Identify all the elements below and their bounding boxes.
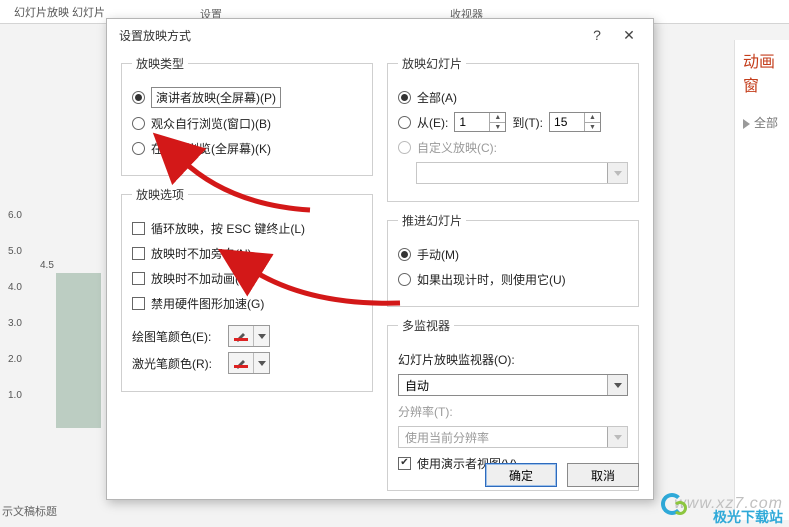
custom-show-combo [416, 162, 628, 184]
spin-up-icon[interactable]: ▲ [490, 113, 505, 123]
check-loop[interactable] [132, 222, 145, 235]
monitors-legend: 多监视器 [398, 317, 454, 334]
dialog-titlebar: 设置放映方式 ? ✕ [107, 19, 653, 51]
dialog-help-button[interactable]: ? [581, 27, 613, 43]
radio-kiosk[interactable] [132, 142, 145, 155]
chevron-down-icon [607, 427, 627, 447]
chart-bar [56, 273, 101, 428]
radio-presenter-label[interactable]: 演讲者放映(全屏幕)(P) [151, 87, 281, 108]
radio-presenter[interactable] [132, 91, 145, 104]
cancel-button[interactable]: 取消 [567, 463, 639, 487]
ribbon-group-slideshow: 幻灯片放映 幻灯片 [0, 0, 105, 20]
show-options-group: 放映选项 循环放映，按 ESC 键终止(L) 放映时不加旁白(N) 放映时不加动… [121, 186, 373, 392]
watermark-brand: 极光下载站 [713, 507, 783, 527]
ok-button[interactable]: 确定 [485, 463, 557, 487]
chevron-down-icon [607, 375, 627, 395]
check-disable-hw-accel-label[interactable]: 禁用硬件图形加速(G) [151, 295, 264, 312]
show-slides-group: 放映幻灯片 全部(A) 从(E): ▲▼ 到(T): ▲▼ [387, 55, 639, 202]
show-type-legend: 放映类型 [132, 55, 188, 72]
check-no-narration[interactable] [132, 247, 145, 260]
dialog-close-button[interactable]: ✕ [613, 27, 645, 44]
radio-browsed-individual[interactable] [132, 117, 145, 130]
from-input[interactable]: ▲▼ [454, 112, 506, 132]
background-chart: 6.0 5.0 4.0 3.0 2.0 1.0 4.5 [0, 210, 110, 430]
from-label: 从(E): [417, 114, 448, 131]
radio-manual[interactable] [398, 248, 411, 261]
advance-slides-group: 推进幻灯片 手动(M) 如果出现计时，则使用它(U) [387, 212, 639, 307]
slide-title-footer: 示文稿标题 [2, 503, 57, 519]
resolution-label: 分辨率(T): [398, 403, 453, 420]
pen-icon [229, 328, 253, 344]
check-no-animation-label[interactable]: 放映时不加动画(S) [151, 270, 251, 287]
check-no-animation[interactable] [132, 272, 145, 285]
radio-custom-show-label: 自定义放映(C): [417, 139, 497, 156]
spin-up-icon[interactable]: ▲ [585, 113, 600, 123]
spin-down-icon[interactable]: ▼ [585, 123, 600, 132]
resolution-combo: 使用当前分辨率 [398, 426, 628, 448]
set-up-show-dialog: 设置放映方式 ? ✕ 放映类型 演讲者放映(全屏幕)(P) 观众自行浏览(窗口)… [106, 18, 654, 500]
pen-color-picker[interactable] [228, 325, 270, 347]
laser-color-picker[interactable] [228, 352, 270, 374]
radio-from-to[interactable] [398, 116, 411, 129]
to-input[interactable]: ▲▼ [549, 112, 601, 132]
laser-icon [229, 355, 253, 371]
show-options-legend: 放映选项 [132, 186, 188, 203]
chevron-down-icon [253, 326, 269, 346]
pen-color-label: 绘图笔颜色(E): [132, 328, 222, 345]
check-loop-label[interactable]: 循环放映，按 ESC 键终止(L) [151, 220, 305, 237]
radio-all-slides-label[interactable]: 全部(A) [417, 89, 457, 106]
radio-all-slides[interactable] [398, 91, 411, 104]
play-icon [743, 119, 750, 129]
check-disable-hw-accel[interactable] [132, 297, 145, 310]
radio-kiosk-label[interactable]: 在展台浏览(全屏幕)(K) [151, 140, 271, 157]
radio-use-timings-label[interactable]: 如果出现计时，则使用它(U) [417, 271, 566, 288]
radio-browsed-individual-label[interactable]: 观众自行浏览(窗口)(B) [151, 115, 271, 132]
check-presenter-view[interactable] [398, 457, 411, 470]
to-label: 到(T): [512, 114, 543, 131]
spin-down-icon[interactable]: ▼ [490, 123, 505, 132]
radio-manual-label[interactable]: 手动(M) [417, 246, 459, 263]
chevron-down-icon [607, 163, 627, 183]
check-no-narration-label[interactable]: 放映时不加旁白(N) [151, 245, 252, 262]
animation-pane-title: 动画窗 [735, 48, 789, 96]
show-slides-legend: 放映幻灯片 [398, 55, 466, 72]
monitor-label: 幻灯片放映监视器(O): [398, 351, 515, 368]
animation-pane: 动画窗 全部 [734, 40, 789, 520]
dialog-title-text: 设置放映方式 [119, 27, 191, 44]
watermark-logo-icon [657, 489, 691, 523]
show-type-group: 放映类型 演讲者放映(全屏幕)(P) 观众自行浏览(窗口)(B) 在展台浏览(全… [121, 55, 373, 176]
monitor-combo[interactable]: 自动 [398, 374, 628, 396]
laser-color-label: 激光笔颜色(R): [132, 355, 222, 372]
radio-custom-show [398, 141, 411, 154]
radio-use-timings[interactable] [398, 273, 411, 286]
animation-play-all[interactable]: 全部 [735, 114, 789, 131]
advance-slides-legend: 推进幻灯片 [398, 212, 466, 229]
chevron-down-icon [253, 353, 269, 373]
